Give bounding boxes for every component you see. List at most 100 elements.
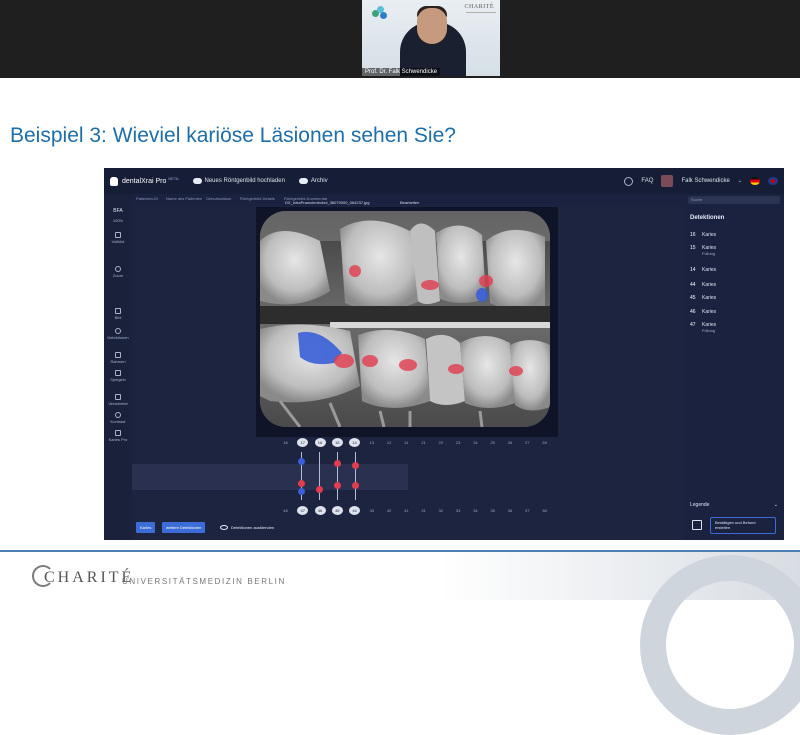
upper-tooth-number[interactable]: 27 bbox=[522, 438, 533, 447]
upper-tooth-number[interactable]: 13 bbox=[366, 438, 377, 447]
detection-item[interactable]: 46 Karies bbox=[690, 309, 716, 315]
flag-de-icon[interactable] bbox=[750, 177, 760, 185]
upper-tooth-number[interactable]: 11 bbox=[401, 438, 412, 447]
lower-tooth-number[interactable]: 47 bbox=[297, 506, 309, 515]
xray-viewer[interactable] bbox=[256, 207, 558, 437]
brand-name: dentalXrai Pro bbox=[122, 177, 167, 185]
upper-tooth-number[interactable]: 28 bbox=[539, 438, 550, 447]
magnifier-icon bbox=[115, 266, 121, 272]
save-icon[interactable] bbox=[692, 520, 702, 530]
tooth-chart-15[interactable] bbox=[332, 452, 344, 500]
tool-mirror[interactable]: Spiegeln bbox=[104, 370, 132, 382]
tool-frame-label: Rahmen bbox=[110, 359, 126, 364]
archive-button[interactable]: Archiv bbox=[298, 178, 328, 184]
tool-image-label: Bild bbox=[114, 315, 122, 320]
lower-tooth-number[interactable]: 38 bbox=[539, 506, 550, 515]
upper-tooth-number[interactable]: 21 bbox=[418, 438, 429, 447]
tool-zoom[interactable]: Zoom bbox=[104, 266, 132, 278]
help-icon[interactable] bbox=[624, 176, 634, 186]
avatar[interactable] bbox=[661, 175, 674, 187]
upper-tooth-number[interactable]: 24 bbox=[470, 438, 481, 447]
upper-tooth-number[interactable]: 15 bbox=[331, 438, 343, 447]
tooth-chart-17[interactable] bbox=[296, 452, 308, 500]
tool-frame[interactable]: Rahmen bbox=[104, 352, 132, 364]
lower-tooth-number[interactable]: 43 bbox=[366, 506, 377, 515]
upper-tooth-number[interactable]: 23 bbox=[453, 438, 464, 447]
detection-item[interactable]: 44 Karies bbox=[690, 282, 716, 288]
filling-marker-14[interactable] bbox=[476, 288, 488, 302]
lower-tooth-number[interactable]: 33 bbox=[453, 506, 464, 515]
caries-marker-46[interactable] bbox=[362, 355, 378, 367]
upload-button[interactable]: Neues Röntgenbild hochladen bbox=[192, 178, 285, 184]
confirm-report-button[interactable]: Bestätigen und Befund erstellen bbox=[710, 517, 776, 534]
chevron-down-icon[interactable]: ⌄ bbox=[738, 178, 742, 184]
legend-toggle[interactable]: Legende bbox=[690, 502, 709, 508]
tab-patient-id[interactable]: Patienten-ID bbox=[136, 196, 158, 201]
lower-tooth-number[interactable]: 36 bbox=[504, 506, 515, 515]
lower-tooth-number[interactable]: 35 bbox=[487, 506, 498, 515]
lower-tooth-number[interactable]: 42 bbox=[384, 506, 395, 515]
upper-tooth-number[interactable]: 14 bbox=[349, 438, 361, 447]
caries-button[interactable]: Karies bbox=[136, 522, 156, 533]
footer-university: UNIVERSITÄTSMEDIZIN BERLIN bbox=[122, 577, 286, 586]
caries-marker-15[interactable] bbox=[421, 280, 439, 290]
chevron-down-icon[interactable]: ⌄ bbox=[774, 502, 778, 508]
caries-marker-16[interactable] bbox=[349, 265, 361, 277]
caries-marker-47[interactable] bbox=[334, 354, 354, 368]
caries-marker-45[interactable] bbox=[399, 359, 417, 371]
upper-tooth-number[interactable]: 16 bbox=[314, 438, 326, 447]
lower-tooth-number[interactable]: 46 bbox=[314, 506, 326, 515]
detection-item[interactable]: 15 Karies Füllung bbox=[690, 245, 716, 256]
lower-tooth-numbers: 48 47 46 45 44 43 42 41 31 32 33 34 35 36 37 38 bbox=[280, 506, 550, 515]
hide-detections-toggle[interactable]: Detektionen ausblenden bbox=[220, 522, 274, 533]
tooth-chart-16[interactable] bbox=[314, 452, 326, 500]
lower-tooth-number[interactable]: 32 bbox=[435, 506, 446, 515]
lower-tooth-number[interactable]: 37 bbox=[522, 506, 533, 515]
caries-marker-43[interactable] bbox=[509, 366, 523, 376]
speaker-video[interactable]: CHARITÉ Prof. Dr. Falk Schwendicke bbox=[362, 0, 500, 76]
lower-tooth-number[interactable]: 41 bbox=[401, 506, 412, 515]
upper-tooth-number[interactable]: 22 bbox=[435, 438, 446, 447]
upper-tooth-number[interactable]: 26 bbox=[504, 438, 515, 447]
tool-caries-pro[interactable]: Karies Pro bbox=[104, 430, 132, 442]
tool-processed[interactable]: Verarbeitet bbox=[104, 394, 132, 406]
tool-detections[interactable]: Detektionen bbox=[104, 328, 132, 340]
tab-patient-name[interactable]: Name des Patienten bbox=[166, 196, 202, 201]
upper-tooth-number[interactable]: 18 bbox=[280, 438, 291, 447]
tool-fullscreen[interactable]: Vollbild bbox=[104, 232, 132, 244]
faq-link[interactable]: FAQ bbox=[641, 178, 653, 184]
detection-sub: Füllung bbox=[702, 328, 716, 333]
tool-contrast[interactable]: Kontrast bbox=[104, 412, 132, 424]
lower-tooth-number[interactable]: 31 bbox=[418, 506, 429, 515]
tool-image[interactable]: Bild bbox=[104, 308, 132, 320]
tab-birthdate[interactable]: Geburtsdatum bbox=[206, 196, 231, 201]
more-detections-button[interactable]: weitere Detektionen bbox=[162, 522, 206, 533]
caries-marker-14[interactable] bbox=[479, 275, 493, 287]
detection-item[interactable]: 16 Karies bbox=[690, 232, 716, 238]
upper-tooth-number[interactable]: 12 bbox=[384, 438, 395, 447]
tool-zoom-text: Zoom bbox=[112, 273, 124, 278]
slide-title: Beispiel 3: Wieviel kariöse Läsionen seh… bbox=[10, 124, 456, 147]
detection-item[interactable]: 47 Karies Füllung bbox=[690, 322, 716, 333]
detection-item[interactable]: 14 Karies bbox=[690, 267, 716, 273]
caries-marker-44[interactable] bbox=[448, 364, 464, 374]
lower-tooth-number[interactable]: 44 bbox=[349, 506, 361, 515]
upper-tooth-number[interactable]: 25 bbox=[487, 438, 498, 447]
brand[interactable]: dentalXrai Pro BETA bbox=[110, 176, 179, 186]
detection-item[interactable]: 45 Karies bbox=[690, 295, 716, 301]
video-strip: CHARITÉ Prof. Dr. Falk Schwendicke bbox=[0, 0, 800, 78]
user-name[interactable]: Falk Schwendicke bbox=[681, 178, 729, 184]
lower-tooth-number[interactable]: 48 bbox=[280, 506, 291, 515]
tooth-chart-14[interactable] bbox=[350, 452, 362, 500]
search-input[interactable]: Suche bbox=[688, 196, 780, 204]
tab-xray-details[interactable]: Röntgenbild Details bbox=[240, 196, 275, 201]
edit-link[interactable]: Bearbeiten bbox=[400, 200, 419, 205]
lower-tooth-number[interactable]: 34 bbox=[470, 506, 481, 515]
tool-zoom-100[interactable]: 100% bbox=[104, 218, 132, 223]
upper-tooth-number[interactable]: 17 bbox=[297, 438, 309, 447]
detections-heading: Detektionen bbox=[690, 215, 725, 221]
flag-uk-icon[interactable] bbox=[768, 177, 778, 185]
archive-label: Archiv bbox=[310, 178, 328, 184]
tool-bfa[interactable]: BFA bbox=[104, 208, 132, 214]
lower-tooth-number[interactable]: 45 bbox=[331, 506, 343, 515]
